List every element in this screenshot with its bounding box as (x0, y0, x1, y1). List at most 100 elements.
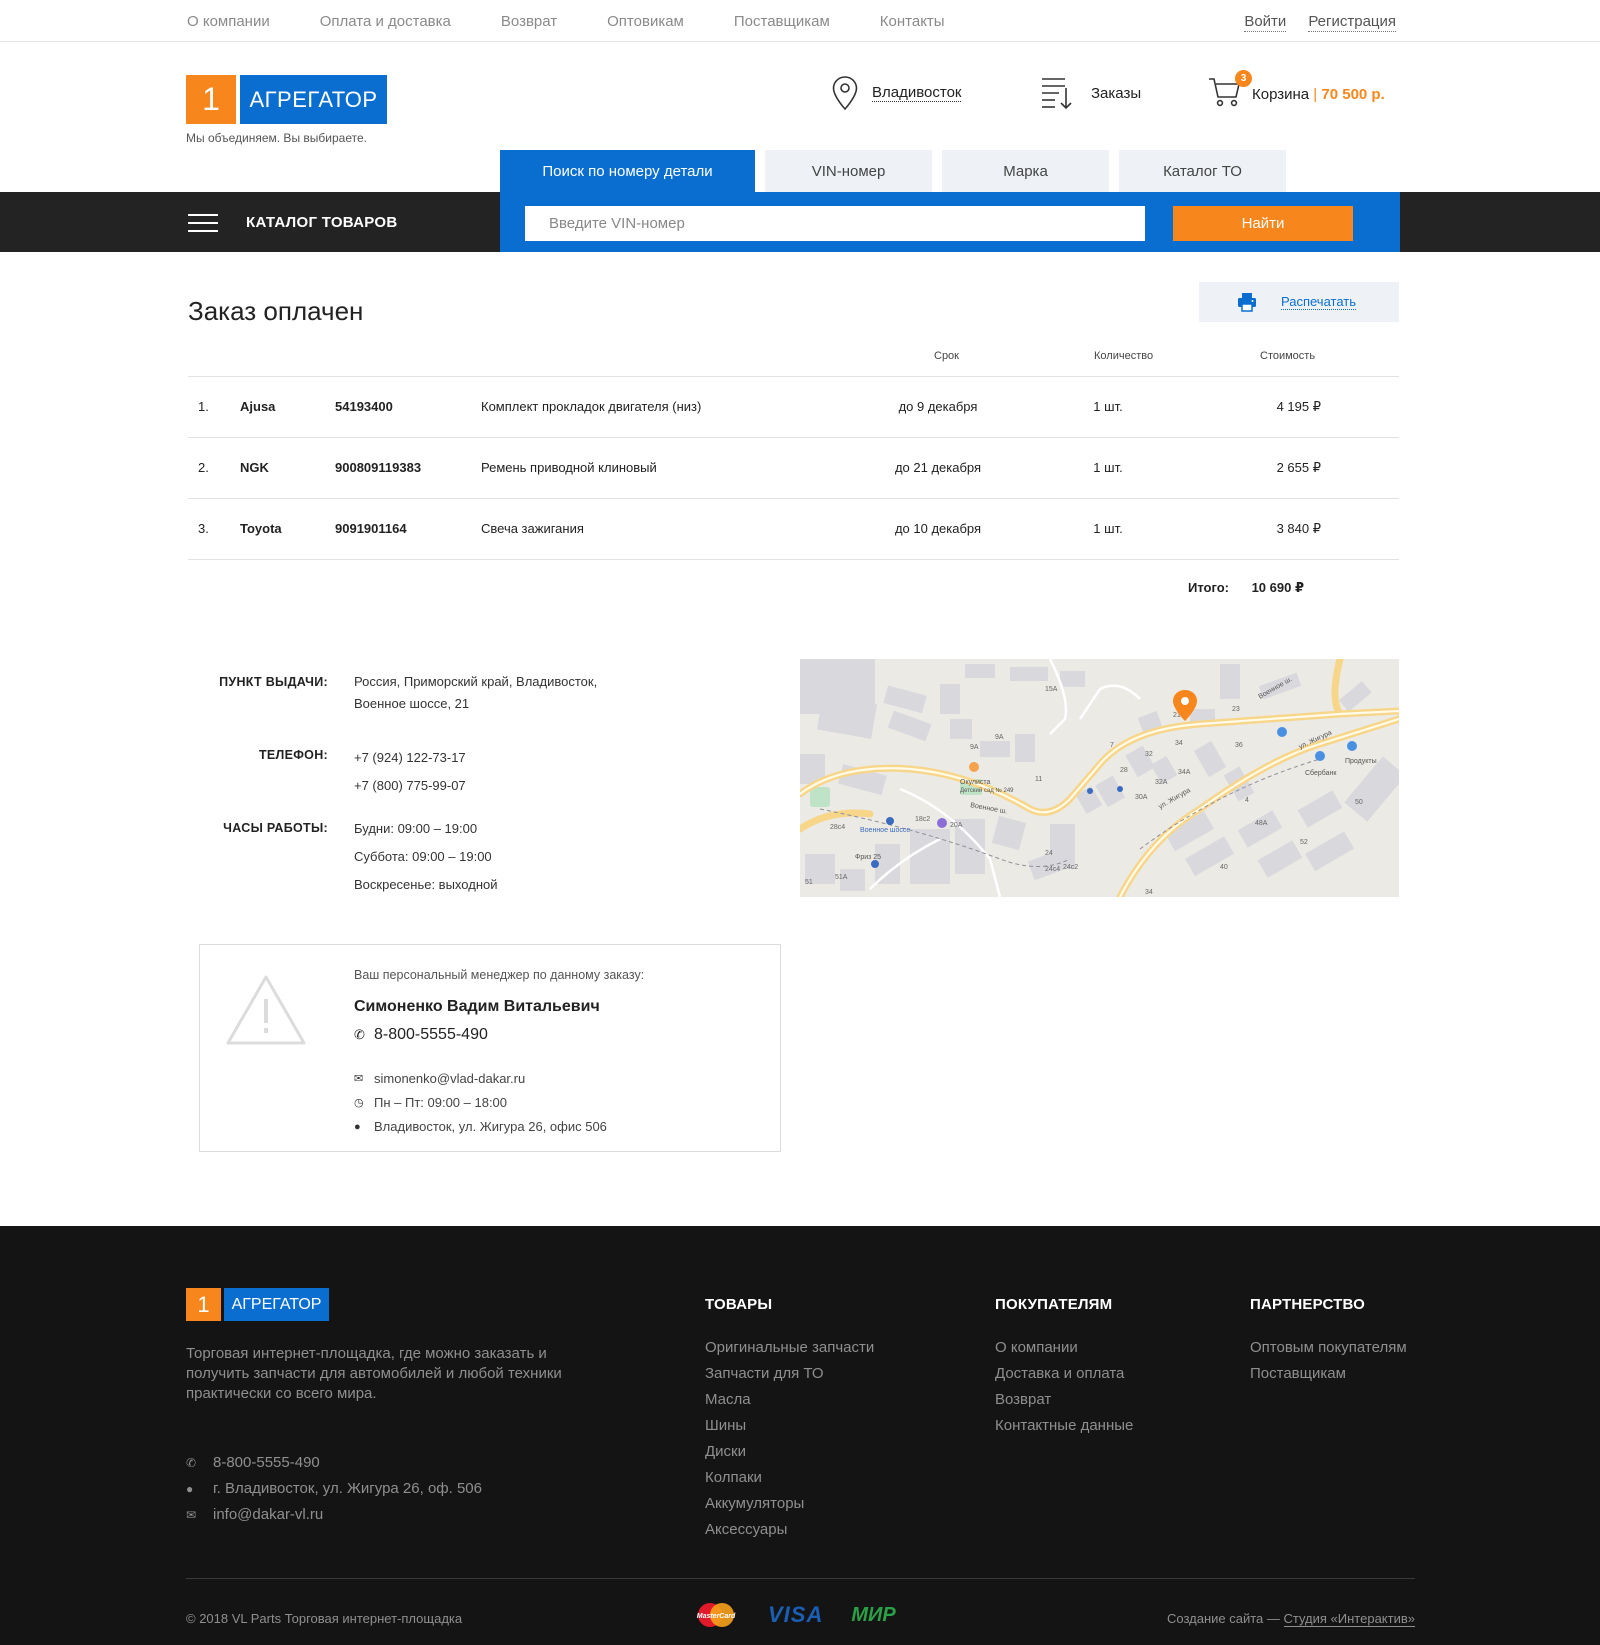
footer-link[interactable]: Оптовым покупателям (1250, 1335, 1407, 1361)
row-part-code: 9091901164 (335, 521, 407, 536)
order-total: Итого: 10 690 ₽ (1188, 580, 1304, 596)
pickup-phone[interactable]: +7 (800) 775-99-07 (354, 772, 466, 800)
manager-phone-value: 8-800-5555-490 (374, 1026, 488, 1043)
footer-link[interactable]: Оригинальные запчасти (705, 1335, 874, 1361)
svg-text:30А: 30А (1135, 794, 1148, 801)
svg-text:40: 40 (1220, 864, 1228, 871)
svg-text:36: 36 (1235, 742, 1243, 749)
manager-phone[interactable]: ✆ 8-800-5555-490 (354, 1026, 488, 1044)
pickup-phones: +7 (924) 122-73-17 +7 (800) 775-99-07 (354, 744, 466, 800)
column-header-cost: Стоимость (1260, 350, 1316, 362)
top-nav-suppliers[interactable]: Поставщикам (734, 13, 830, 30)
auth-links: Войти Регистрация (1244, 13, 1396, 32)
footer: 1 АГРЕГАТОР Торговая интернет-площадка, … (0, 1226, 1600, 1645)
svg-text:28с4: 28с4 (830, 824, 845, 831)
cart-icon-wrap: 3 (1208, 70, 1252, 112)
manager-email[interactable]: ✉ simonenko@vlad-dakar.ru (354, 1071, 525, 1086)
catalog-menu-label[interactable]: КАТАЛОГ ТОВАРОВ (246, 214, 398, 231)
svg-text:32: 32 (1145, 751, 1153, 758)
made-by-prefix: Создание сайта — (1167, 1611, 1284, 1626)
svg-text:34А: 34А (1178, 769, 1191, 776)
row-brand: NGK (240, 460, 269, 475)
manager-email-value: simonenko@vlad-dakar.ru (374, 1071, 526, 1086)
manager-name: Симоненко Вадим Витальевич (354, 998, 600, 1015)
tab-brand[interactable]: Марка (942, 150, 1109, 192)
pickup-phone[interactable]: +7 (924) 122-73-17 (354, 744, 466, 772)
studio-link[interactable]: Студия «Интерактив» (1283, 1611, 1415, 1627)
envelope-icon: ✉ (186, 1507, 197, 1522)
page-title: Заказ оплачен (188, 296, 364, 326)
footer-link[interactable]: Масла (705, 1387, 874, 1413)
svg-text:20А: 20А (950, 822, 963, 829)
printer-icon (1238, 293, 1256, 312)
top-nav-payment-delivery[interactable]: Оплата и доставка (320, 13, 451, 30)
table-row: 2. NGK 900809119383 Ремень приводной кли… (188, 438, 1399, 498)
pickup-point-label: ПУНКТ ВЫДАЧИ: (219, 675, 328, 689)
row-part-name: Свеча зажигания (481, 521, 584, 536)
print-button[interactable]: Распечатать (1199, 282, 1399, 322)
footer-link[interactable]: Контактные данные (995, 1413, 1133, 1439)
svg-text:Окулиста: Окулиста (960, 779, 991, 786)
hours-weekdays: Будни: 09:00 – 19:00 (354, 821, 478, 836)
svg-text:24с2: 24с2 (1063, 864, 1078, 871)
cart-link[interactable]: 3 Корзина | 70 500 р. (1208, 70, 1385, 112)
footer-link[interactable]: Доставка и оплата (995, 1361, 1133, 1387)
register-link[interactable]: Регистрация (1308, 13, 1396, 32)
footer-phone[interactable]: ✆ 8-800-5555-490 (186, 1454, 320, 1471)
footer-link[interactable]: О компании (995, 1335, 1133, 1361)
footer-address: ● г. Владивосток, ул. Жигура 26, оф. 506 (186, 1480, 482, 1497)
table-row: 1. Ajusa 54193400 Комплект прокладок дви… (188, 377, 1399, 437)
footer-link[interactable]: Поставщикам (1250, 1361, 1407, 1387)
row-quantity: 1 шт. (1093, 460, 1123, 475)
footer-link[interactable]: Аккумуляторы (705, 1491, 874, 1517)
row-quantity: 1 шт. (1093, 521, 1123, 536)
tagline: Мы объединяем. Вы выбираете. (186, 131, 367, 145)
tab-part-number[interactable]: Поиск по номеру детали (500, 150, 755, 192)
top-nav-wholesale[interactable]: Оптовикам (607, 13, 684, 30)
footer-phone-value: 8-800-5555-490 (213, 1454, 320, 1471)
footer-logo-text: АГРЕГАТОР (224, 1288, 329, 1321)
footer-address-value: г. Владивосток, ул. Жигура 26, оф. 506 (213, 1480, 482, 1497)
pickup-map[interactable]: 15А 21 23 32 34 34А 36 30А 32А 28 24 24с2 24с4 20… (800, 659, 1399, 897)
footer-logo[interactable]: 1 АГРЕГАТОР (186, 1288, 329, 1321)
svg-text:24с4: 24с4 (1045, 866, 1060, 873)
top-nav-about[interactable]: О компании (187, 13, 270, 30)
manager-hours: ◷ Пн – Пт: 09:00 – 18:00 (354, 1095, 507, 1110)
tab-vin[interactable]: VIN-номер (765, 150, 932, 192)
footer-col-title: ПОКУПАТЕЛЯМ (995, 1296, 1113, 1313)
logo-text: АГРЕГАТОР (240, 75, 387, 124)
logo-number: 1 (186, 75, 236, 124)
login-link[interactable]: Войти (1244, 13, 1287, 32)
footer-link[interactable]: Запчасти для ТО (705, 1361, 874, 1387)
footer-link[interactable]: Шины (705, 1413, 874, 1439)
city-selector[interactable]: Владивосток (832, 76, 962, 110)
footer-link[interactable]: Возврат (995, 1387, 1133, 1413)
top-nav-contacts[interactable]: Контакты (880, 13, 945, 30)
cart-separator: | (1309, 85, 1322, 103)
site-logo[interactable]: 1 АГРЕГАТОР (186, 75, 387, 124)
footer-link[interactable]: Диски (705, 1439, 874, 1465)
footer-email[interactable]: ✉ info@dakar-vl.ru (186, 1506, 323, 1523)
footer-link[interactable]: Аксессуары (705, 1517, 874, 1543)
orders-list-icon (1042, 78, 1072, 110)
hours-saturday: Суббота: 09:00 – 19:00 (354, 849, 492, 864)
svg-text:50: 50 (1355, 799, 1363, 806)
row-number: 3. (198, 521, 209, 536)
manager-caption: Ваш персональный менеджер по данному зак… (354, 968, 645, 982)
top-nav-return[interactable]: Возврат (501, 13, 557, 30)
footer-link[interactable]: Колпаки (705, 1465, 874, 1491)
manager-address-value: Владивосток, ул. Жигура 26, офис 506 (374, 1119, 607, 1134)
search-input[interactable] (525, 206, 1145, 241)
clock-icon: ◷ (354, 1097, 364, 1109)
search-button[interactable]: Найти (1173, 206, 1353, 241)
total-value: 10 690 ₽ (1251, 580, 1304, 595)
svg-text:Детский сад № 249: Детский сад № 249 (960, 787, 1014, 794)
tab-maintenance-catalog[interactable]: Каталог ТО (1119, 150, 1286, 192)
print-label: Распечатать (1281, 294, 1357, 310)
hamburger-menu-icon[interactable] (188, 214, 218, 238)
svg-text:51А: 51А (835, 874, 848, 881)
orders-link[interactable]: Заказы (1041, 76, 1141, 110)
svg-text:11: 11 (1035, 776, 1042, 783)
column-header-term: Срок (934, 350, 959, 362)
svg-text:24: 24 (1045, 850, 1053, 857)
